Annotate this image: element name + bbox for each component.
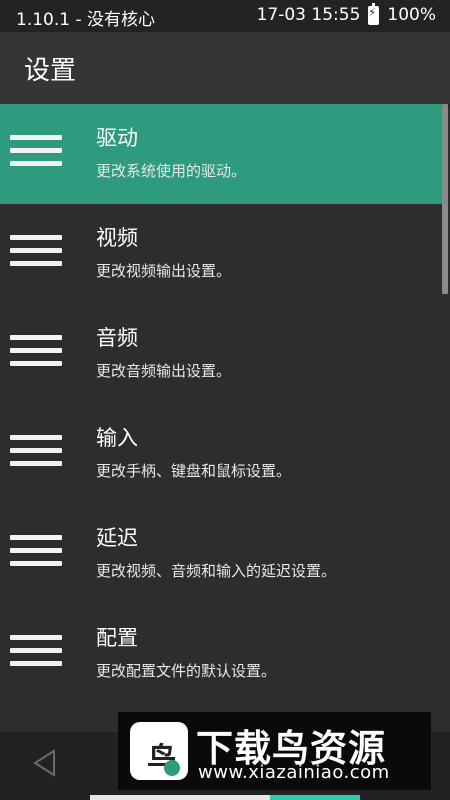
settings-item-title: 音频 xyxy=(96,326,138,350)
menu-lines-icon xyxy=(10,231,62,271)
watermark-logo: 鸟 xyxy=(130,722,188,780)
watermark-url: www.xiazainiao.com xyxy=(198,762,390,783)
settings-item-title: 延迟 xyxy=(96,526,138,550)
list-scrollbar[interactable] xyxy=(442,104,448,294)
settings-item-title: 输入 xyxy=(96,426,138,450)
settings-item-subtitle: 更改手柄、键盘和鼠标设置。 xyxy=(96,462,292,480)
settings-item-subtitle: 更改系统使用的驱动。 xyxy=(96,162,247,180)
settings-item-audio[interactable]: 音频 更改音频输出设置。 xyxy=(0,304,442,404)
settings-item-title: 视频 xyxy=(96,226,138,250)
status-left-text: 1.10.1 - 没有核心 xyxy=(16,10,156,30)
settings-item-subtitle: 更改配置文件的默认设置。 xyxy=(96,662,277,680)
menu-lines-icon xyxy=(10,631,62,671)
watermark-banner: 鸟 下载鸟资源 www.xiazainiao.com xyxy=(118,712,431,790)
menu-lines-icon xyxy=(10,431,62,471)
app-bar: 设置 xyxy=(0,32,450,104)
menu-lines-icon xyxy=(10,531,62,571)
status-datetime: 17-03 15:55 xyxy=(256,5,361,25)
battery-percent: 100% xyxy=(387,5,436,25)
page-title: 设置 xyxy=(24,56,77,86)
settings-item-subtitle: 更改视频输出设置。 xyxy=(96,262,232,280)
battery-charging-icon xyxy=(368,2,380,25)
status-bar: 1.10.1 - 没有核心 17-03 15:55 100% xyxy=(0,0,450,32)
home-indicator[interactable] xyxy=(90,795,360,800)
menu-lines-icon xyxy=(10,331,62,371)
back-triangle-icon[interactable] xyxy=(30,748,60,778)
status-right: 17-03 15:55 100% xyxy=(256,2,436,25)
settings-item-input[interactable]: 输入 更改手柄、键盘和鼠标设置。 xyxy=(0,404,442,504)
settings-item-configuration[interactable]: 配置 更改配置文件的默认设置。 xyxy=(0,604,442,704)
settings-item-title: 驱动 xyxy=(96,126,138,150)
settings-list: 驱动 更改系统使用的驱动。 视频 更改视频输出设置。 音频 更改音频输出设置。 … xyxy=(0,104,442,704)
settings-item-drivers[interactable]: 驱动 更改系统使用的驱动。 xyxy=(0,104,442,204)
settings-item-subtitle: 更改音频输出设置。 xyxy=(96,362,232,380)
settings-item-latency[interactable]: 延迟 更改视频、音频和输入的延迟设置。 xyxy=(0,504,442,604)
settings-item-title: 配置 xyxy=(96,626,138,650)
menu-lines-icon xyxy=(10,131,62,171)
settings-item-subtitle: 更改视频、音频和输入的延迟设置。 xyxy=(96,562,337,580)
settings-item-video[interactable]: 视频 更改视频输出设置。 xyxy=(0,204,442,304)
